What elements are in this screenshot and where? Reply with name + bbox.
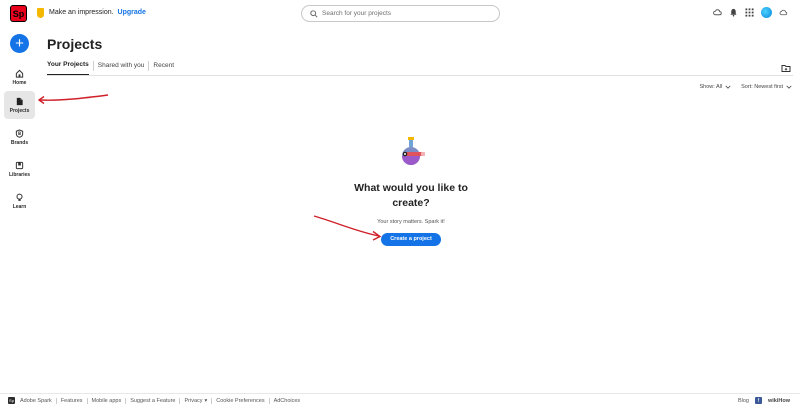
footer-link-features[interactable]: Features bbox=[61, 398, 83, 404]
facebook-icon[interactable]: f bbox=[754, 397, 762, 404]
potion-flask-illustration bbox=[402, 137, 425, 165]
footer-link-privacy[interactable]: Privacy bbox=[184, 398, 202, 404]
sidebar-item-home[interactable]: Home bbox=[4, 63, 35, 91]
premium-shield-icon bbox=[37, 8, 44, 18]
search-input[interactable] bbox=[322, 10, 482, 17]
footer-separator bbox=[125, 397, 127, 404]
sort-dropdown[interactable]: Sort: Newest first bbox=[741, 84, 792, 90]
footer-separator bbox=[55, 397, 57, 404]
create-project-button[interactable]: Create a project bbox=[381, 233, 441, 247]
search-box[interactable] bbox=[301, 5, 500, 22]
wikihow-watermark: wikiHow bbox=[767, 397, 790, 404]
svg-text:B: B bbox=[18, 131, 21, 136]
tab-separator bbox=[148, 60, 150, 71]
empty-state-heading: What would you like to create? bbox=[354, 182, 468, 209]
arrow-to-projects bbox=[39, 94, 109, 101]
project-tabs: Your Projects Shared with you Recent bbox=[47, 60, 174, 76]
top-bar: Sp Make an impression. Upgrade bbox=[0, 0, 800, 28]
footer-link-blog[interactable]: Blog bbox=[738, 398, 749, 404]
tab-separator bbox=[92, 60, 94, 71]
projects-icon bbox=[16, 97, 23, 105]
promo-text: Make an impression. bbox=[49, 9, 114, 16]
tabs-divider bbox=[47, 75, 793, 76]
arrow-to-projects-head bbox=[37, 95, 45, 105]
create-new-button[interactable]: + bbox=[10, 34, 29, 53]
sidebar-label-home: Home bbox=[12, 79, 27, 86]
show-filter-dropdown[interactable]: Show: All bbox=[700, 84, 732, 90]
empty-state: What would you like to create? Your stor… bbox=[331, 135, 491, 247]
upgrade-link[interactable]: Upgrade bbox=[118, 9, 146, 16]
sidebar-item-libraries[interactable]: Libraries bbox=[4, 155, 35, 183]
upgrade-promo: Make an impression. Upgrade bbox=[49, 9, 146, 16]
empty-state-subtext: Your story matters. Spark it! bbox=[377, 219, 445, 226]
brands-icon: B bbox=[15, 128, 24, 138]
left-rail: + Home Projects B Brands Libraries Learn bbox=[0, 28, 38, 388]
footer-separator bbox=[86, 397, 88, 404]
tab-shared-with-you[interactable]: Shared with you bbox=[98, 62, 145, 75]
sidebar-label-learn: Learn bbox=[12, 203, 27, 210]
notifications-bell-icon[interactable] bbox=[729, 8, 738, 17]
footer-separator bbox=[268, 397, 270, 404]
home-icon bbox=[15, 69, 24, 78]
cloud-sync-icon[interactable] bbox=[713, 8, 722, 17]
footer-link-suggest-feature[interactable]: Suggest a Feature bbox=[130, 398, 175, 404]
chevron-down-icon bbox=[725, 85, 731, 89]
cloud-icon[interactable] bbox=[779, 8, 788, 17]
tab-recent[interactable]: Recent bbox=[153, 62, 174, 75]
footer-link-adchoices[interactable]: AdChoices bbox=[274, 398, 301, 404]
sidebar-item-learn[interactable]: Learn bbox=[4, 187, 35, 215]
adobe-spark-logo-icon: Sp bbox=[8, 397, 15, 404]
lightbulb-icon bbox=[16, 193, 23, 201]
sidebar-label-brands: Brands bbox=[10, 139, 29, 146]
sidebar-label-projects: Projects bbox=[9, 107, 30, 114]
tab-your-projects[interactable]: Your Projects bbox=[47, 61, 89, 76]
spark-logo[interactable]: Sp bbox=[10, 5, 27, 22]
filter-bar: Show: All Sort: Newest first bbox=[700, 84, 793, 90]
footer-separator bbox=[211, 397, 213, 404]
apps-grid-icon[interactable] bbox=[745, 8, 754, 17]
libraries-icon bbox=[15, 161, 24, 169]
footer-link-cookie-preferences[interactable]: Cookie Preferences bbox=[216, 398, 264, 404]
footer: Sp Adobe Spark Features Mobile apps Sugg… bbox=[0, 393, 800, 405]
new-folder-icon[interactable] bbox=[781, 60, 791, 72]
footer-links: Sp Adobe Spark Features Mobile apps Sugg… bbox=[8, 397, 300, 404]
sidebar-item-brands[interactable]: B Brands bbox=[4, 123, 35, 151]
chevron-down-icon bbox=[786, 85, 792, 89]
sidebar-label-libraries: Libraries bbox=[8, 171, 31, 178]
footer-link-mobile-apps[interactable]: Mobile apps bbox=[92, 398, 122, 404]
top-right-controls bbox=[713, 7, 788, 18]
search-icon bbox=[310, 9, 318, 18]
footer-brand: Adobe Spark bbox=[20, 397, 52, 404]
footer-right: Blog f wikiHow bbox=[738, 397, 790, 404]
sidebar-item-projects[interactable]: Projects bbox=[4, 91, 35, 119]
chevron-down-icon: ▾ bbox=[204, 397, 208, 404]
user-avatar[interactable] bbox=[761, 7, 772, 18]
show-filter-label: Show: All bbox=[699, 84, 723, 90]
sort-label: Sort: Newest first bbox=[741, 84, 783, 90]
page-title: Projects bbox=[47, 36, 103, 52]
footer-separator bbox=[179, 397, 181, 404]
